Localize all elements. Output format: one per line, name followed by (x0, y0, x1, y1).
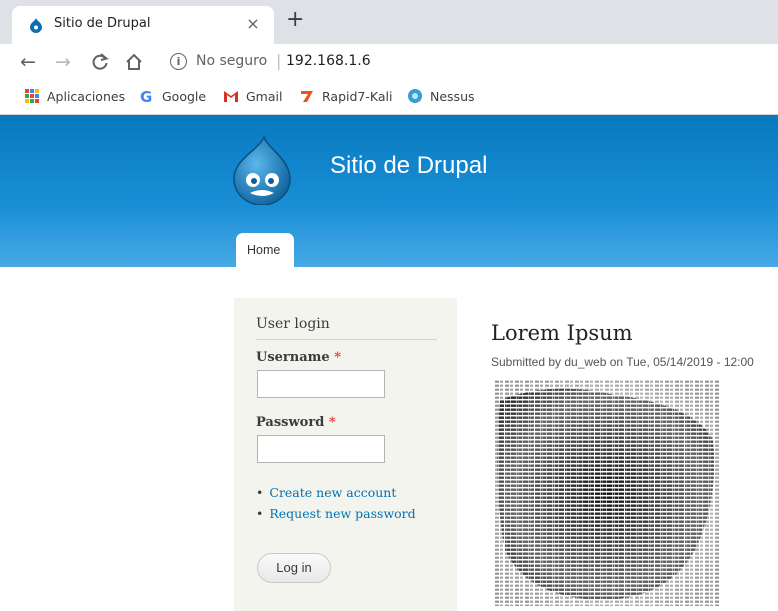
create-account-link[interactable]: Create new account (269, 485, 396, 500)
bookmark-label: Gmail (246, 88, 283, 104)
home-icon[interactable] (124, 52, 144, 72)
block-title: User login (256, 316, 330, 332)
list-item: • Create new account (256, 485, 416, 500)
new-tab-icon[interactable]: + (286, 9, 304, 31)
bookmarks-bar: Aplicaciones G Google Gmail Rapid7-Kali … (0, 81, 778, 115)
site-header: Sitio de Drupal Home (0, 115, 778, 267)
password-label: Password * (256, 415, 336, 430)
password-field[interactable] (257, 435, 385, 463)
username-label-text: Username (256, 350, 330, 365)
rapid7-icon (301, 91, 313, 102)
back-arrow-icon[interactable]: ← (20, 50, 36, 74)
password-label-text: Password (256, 415, 325, 430)
address-bar[interactable]: i No seguro | 192.168.1.6 (162, 48, 772, 77)
url-text[interactable]: 192.168.1.6 (286, 53, 371, 69)
title-divider (256, 339, 437, 340)
browser-tabstrip: Sitio de Drupal × + (0, 0, 778, 44)
bookmark-label: Rapid7-Kali (322, 88, 393, 104)
close-tab-icon[interactable]: × (244, 14, 262, 33)
omnibox-separator: | (276, 51, 282, 70)
bookmark-nessus[interactable]: Nessus (407, 88, 475, 104)
nav-tab-home[interactable]: Home (236, 233, 294, 267)
browser-toolbar: ← → i No seguro | 192.168.1.6 (0, 44, 778, 81)
bookmark-gmail[interactable]: Gmail (223, 88, 282, 104)
user-login-block: User login Username * Password * • Create… (234, 298, 457, 611)
bookmark-label: Google (162, 88, 207, 104)
site-name[interactable]: Sitio de Drupal (330, 152, 487, 180)
bullet: • (256, 506, 264, 521)
log-in-button[interactable]: Log in (257, 553, 331, 583)
bookmark-label: Aplicaciones (47, 88, 126, 104)
bookmark-google[interactable]: G Google (139, 88, 206, 104)
required-mark: * (328, 415, 336, 430)
required-mark: * (334, 350, 342, 365)
list-item: • Request new password (256, 506, 416, 521)
bullet: • (256, 485, 264, 500)
username-field[interactable] (257, 370, 385, 398)
svg-text:G: G (140, 88, 152, 104)
login-links: • Create new account • Request new passwor… (256, 485, 416, 527)
username-label: Username * (256, 350, 341, 365)
submitted-info: Submitted by du_web on Tue, 05/14/2019 -… (491, 355, 754, 369)
google-icon: G (140, 88, 152, 104)
apps-grid-icon (25, 89, 39, 103)
nessus-icon (408, 89, 422, 103)
browser-tab[interactable]: Sitio de Drupal × (12, 6, 274, 44)
bookmark-label: Nessus (430, 88, 475, 104)
bookmark-apps[interactable]: Aplicaciones (24, 88, 125, 104)
tab-title: Sitio de Drupal (54, 16, 151, 31)
security-status: No seguro (196, 53, 268, 69)
drupal-favicon-icon (30, 18, 42, 33)
info-icon[interactable]: i (170, 53, 187, 70)
forward-arrow-icon[interactable]: → (55, 50, 71, 74)
drupal-logo-icon[interactable] (230, 135, 294, 205)
reload-icon[interactable] (90, 52, 110, 72)
lorem-ipsum-text-image (495, 380, 719, 606)
nav-tab-home-label: Home (247, 243, 281, 257)
bookmark-rapid7[interactable]: Rapid7-Kali (299, 88, 392, 104)
request-password-link[interactable]: Request new password (269, 506, 415, 521)
gmail-icon (224, 91, 238, 102)
node-title[interactable]: Lorem Ipsum (491, 321, 633, 345)
